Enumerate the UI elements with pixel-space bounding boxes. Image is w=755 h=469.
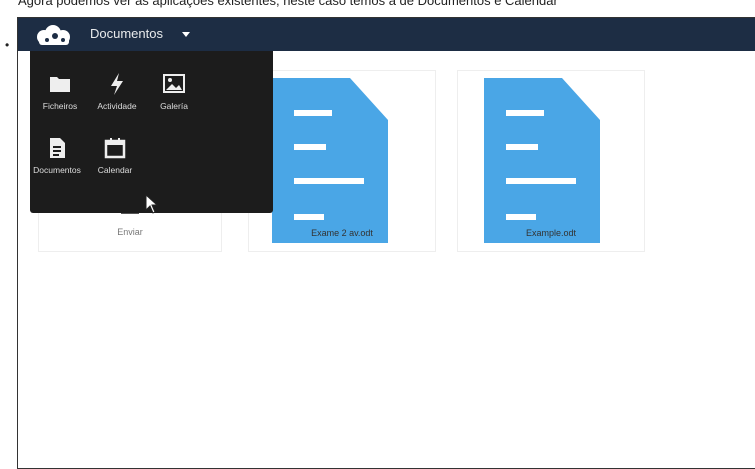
page-caption: Agora podemos ver as aplicações existent… bbox=[18, 0, 558, 8]
menu-item-documentos[interactable]: Documentos bbox=[27, 135, 87, 175]
lightning-icon bbox=[111, 73, 123, 95]
file-name[interactable]: Example.odt bbox=[458, 228, 644, 238]
screenshot-frame: Documentos Enviar Exame 2 av.odt Example… bbox=[17, 17, 755, 469]
list-bullet: • bbox=[5, 38, 10, 52]
menu-item-label: Documentos bbox=[33, 165, 81, 175]
file-tile[interactable]: Exame 2 av.odt bbox=[248, 70, 436, 252]
document-icon bbox=[50, 138, 65, 158]
menu-item-ficheiros[interactable]: Ficheiros bbox=[30, 71, 90, 111]
owncloud-cloud-logo-icon[interactable] bbox=[30, 24, 76, 46]
caret-down-icon[interactable] bbox=[182, 32, 190, 37]
apps-dropdown-menu: Ficheiros Actividade Galería Documentos … bbox=[30, 51, 273, 213]
menu-item-label: Actividade bbox=[97, 101, 137, 111]
menu-item-label: Ficheiros bbox=[42, 101, 78, 111]
upload-label: Enviar bbox=[117, 227, 143, 237]
menu-item-calendar[interactable]: Calendar bbox=[85, 135, 145, 175]
odt-document-icon bbox=[272, 78, 388, 243]
app-menu-toggle[interactable]: Documentos bbox=[90, 26, 163, 41]
image-icon bbox=[163, 74, 185, 93]
menu-item-actividade[interactable]: Actividade bbox=[87, 71, 147, 111]
odt-document-icon bbox=[484, 78, 600, 243]
file-name[interactable]: Exame 2 av.odt bbox=[249, 228, 435, 238]
file-tile[interactable]: Example.odt bbox=[457, 70, 645, 252]
calendar-icon bbox=[104, 138, 126, 159]
folder-icon bbox=[50, 77, 70, 92]
menu-item-galeria[interactable]: Galería bbox=[144, 71, 204, 111]
top-navigation-bar: Documentos bbox=[18, 18, 755, 51]
menu-item-label: Galería bbox=[160, 101, 188, 111]
menu-item-label: Calendar bbox=[97, 165, 133, 175]
mouse-pointer-icon bbox=[145, 194, 159, 214]
